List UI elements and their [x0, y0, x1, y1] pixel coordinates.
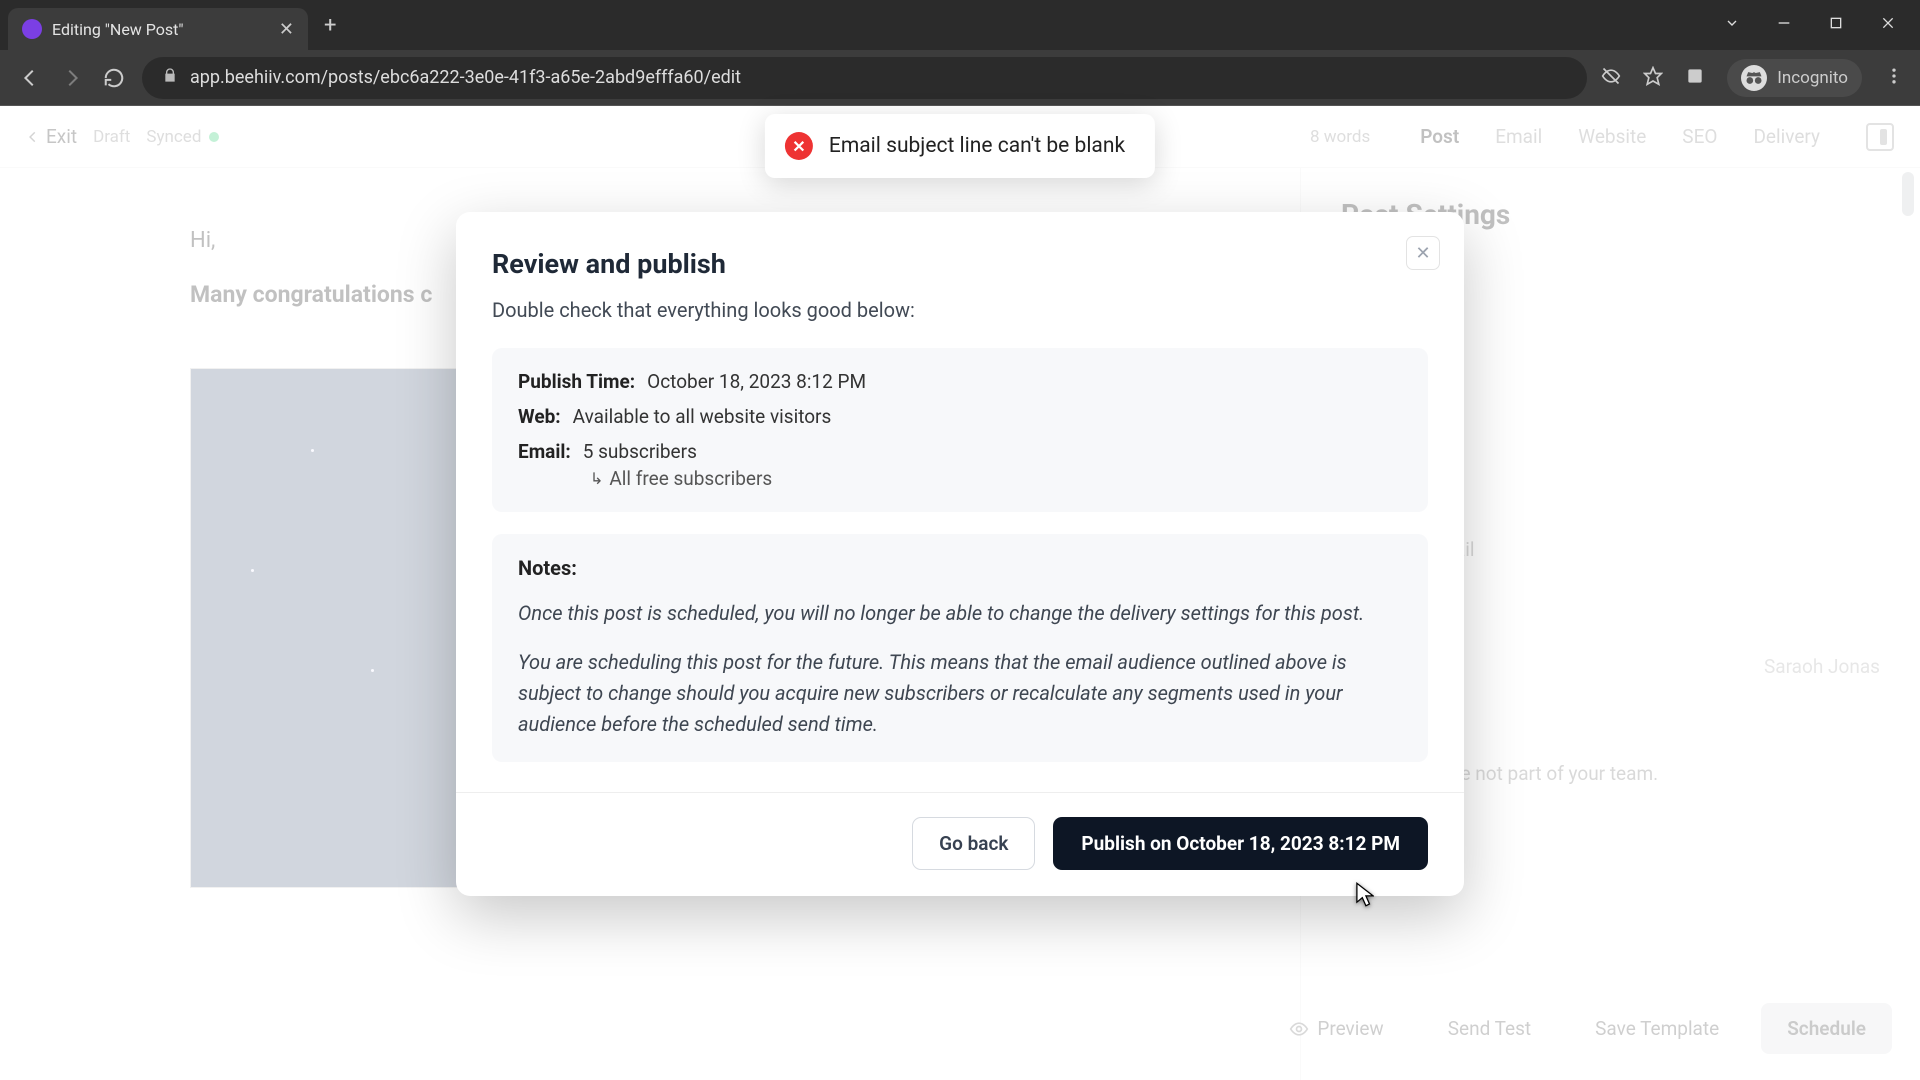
web-label: Web: [518, 405, 561, 428]
reload-icon[interactable] [100, 64, 128, 92]
address-bar[interactable]: app.beehiiv.com/posts/ebc6a222-3e0e-41f3… [142, 57, 1587, 99]
cursor-icon [1356, 882, 1374, 908]
arrow-sub-icon: ↳ [590, 469, 603, 488]
minimize-icon[interactable] [1776, 15, 1792, 36]
star-icon[interactable] [1643, 66, 1663, 90]
menu-icon[interactable] [1884, 66, 1904, 90]
maximize-icon[interactable] [1828, 15, 1844, 36]
toast-text: Email subject line can't be blank [829, 134, 1125, 158]
favicon-icon [22, 19, 42, 39]
browser-toolbar: app.beehiiv.com/posts/ebc6a222-3e0e-41f3… [0, 50, 1920, 106]
web-value: Available to all website visitors [573, 405, 832, 428]
notes-title: Notes: [518, 556, 1402, 580]
close-modal-button[interactable]: ✕ [1406, 236, 1440, 270]
new-tab-button[interactable]: + [324, 13, 336, 38]
app-root: Exit Draft Synced 8 words Post Email Web… [0, 106, 1920, 1080]
publish-info-block: Publish Time: October 18, 2023 8:12 PM W… [492, 348, 1428, 512]
email-label: Email: [518, 440, 571, 463]
email-subgroup: ↳ All free subscribers [590, 467, 1402, 490]
modal-title: Review and publish [492, 248, 1428, 280]
incognito-label: Incognito [1777, 68, 1848, 88]
browser-tab-strip: Editing "New Post" ✕ + [0, 0, 1920, 50]
incognito-indicator[interactable]: Incognito [1727, 59, 1862, 97]
chevron-down-icon[interactable] [1724, 15, 1740, 36]
incognito-icon [1741, 65, 1767, 91]
email-sub-value: All free subscribers [609, 467, 772, 490]
lock-icon [162, 67, 178, 88]
modal-subtitle: Double check that everything looks good … [492, 298, 1428, 322]
publish-button[interactable]: Publish on October 18, 2023 8:12 PM [1053, 817, 1428, 870]
tab-title: Editing "New Post" [52, 20, 269, 39]
notes-paragraph: You are scheduling this post for the fut… [518, 647, 1402, 740]
notes-paragraph: Once this post is scheduled, you will no… [518, 598, 1402, 629]
go-back-button[interactable]: Go back [912, 817, 1035, 870]
modal-actions: Go back Publish on October 18, 2023 8:12… [456, 792, 1464, 870]
back-icon[interactable] [16, 64, 44, 92]
email-value: 5 subscribers [583, 440, 697, 463]
notes-block: Notes: Once this post is scheduled, you … [492, 534, 1428, 762]
close-window-icon[interactable] [1880, 15, 1896, 36]
close-tab-icon[interactable]: ✕ [279, 19, 294, 40]
publish-time-label: Publish Time: [518, 370, 635, 393]
error-toast: ✕ Email subject line can't be blank [765, 114, 1155, 178]
eye-off-icon[interactable] [1601, 66, 1621, 90]
review-publish-modal: ✕ Review and publish Double check that e… [456, 212, 1464, 896]
url-text: app.beehiiv.com/posts/ebc6a222-3e0e-41f3… [190, 67, 741, 88]
forward-icon[interactable] [58, 64, 86, 92]
browser-tab[interactable]: Editing "New Post" ✕ [8, 8, 308, 50]
extension-icon[interactable] [1685, 66, 1705, 90]
publish-time-value: October 18, 2023 8:12 PM [647, 370, 866, 393]
error-icon: ✕ [785, 132, 813, 160]
window-controls [1724, 15, 1920, 36]
